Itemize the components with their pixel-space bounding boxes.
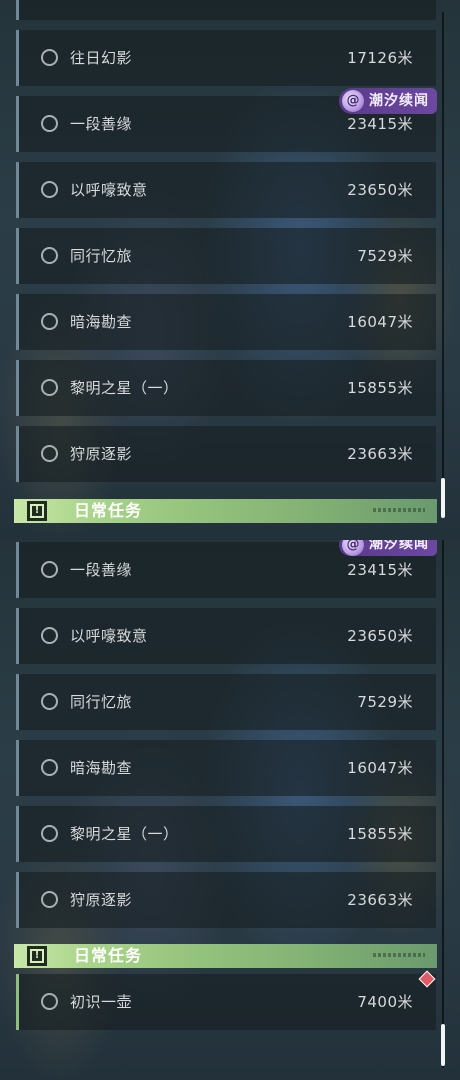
quest-list-panel-bottom: 一段善缘 23415米 以呼嚎致意 23650米 同行忆旅 7529米 暗海勘查… [0,540,460,1080]
quest-row[interactable]: 狩原逐影 23663米 [16,872,436,928]
quest-status-circle-icon [41,561,58,578]
quest-name: 狩原逐影 [70,891,133,909]
quest-status-circle-icon [41,993,58,1010]
quest-row[interactable]: 狩原逐影 23663米 [16,426,436,482]
quest-status-circle-icon [41,49,58,66]
quest-distance: 23663米 [347,445,413,463]
badge-label: 潮汐续闻 [369,540,429,552]
quest-name: 以呼嚎致意 [70,181,148,199]
quest-status-circle-icon [41,379,58,396]
daily-quest-row[interactable]: 初识一壶 7400米 [16,974,436,1030]
quest-name: 往日幻影 [70,49,133,67]
quest-distance: 15855米 [347,379,413,397]
quest-name: 狩原逐影 [70,445,133,463]
quest-name: 同行忆旅 [70,693,133,711]
quest-list-panel-top: 往日幻影 17126米 一段善缘 23415米 以呼嚎致意 23650米 同行忆… [0,0,460,540]
quest-status-circle-icon [41,825,58,842]
list-item-partial[interactable] [16,0,436,20]
quest-name: 初识一壶 [70,993,133,1011]
quest-status-circle-icon [41,759,58,776]
quest-name: 黎明之星（一） [70,825,179,843]
header-decoration [373,508,425,512]
quest-status-circle-icon [41,891,58,908]
quest-name: 一段善缘 [70,561,133,579]
quest-distance: 16047米 [347,313,413,331]
quest-distance: 23650米 [347,181,413,199]
quest-distance: 23650米 [347,627,413,645]
scrollbar-track[interactable] [442,12,444,518]
spiral-emblem-icon: @ [342,90,364,112]
quest-distance: 7529米 [357,247,413,265]
quest-status-circle-icon [41,181,58,198]
tidal-event-badge[interactable]: @ 潮汐续闻 [339,88,437,114]
quest-name: 黎明之星（一） [70,379,179,397]
tidal-event-badge[interactable]: @ 潮汐续闻 [339,540,437,556]
quest-name: 一段善缘 [70,115,133,133]
quest-status-circle-icon [41,627,58,644]
quest-row[interactable]: 黎明之星（一） 15855米 [16,806,436,862]
quest-distance: 16047米 [347,759,413,777]
quest-status-circle-icon [41,313,58,330]
quest-status-circle-icon [41,445,58,462]
quest-name: 暗海勘查 [70,313,133,331]
quest-distance: 17126米 [347,49,413,67]
scrollbar-track[interactable] [442,540,444,1068]
daily-quests-section-header[interactable]: ! 日常任务 [14,944,437,968]
alert-icon: ! [27,946,47,966]
spiral-emblem-icon: @ [342,540,364,556]
alert-icon: ! [27,501,47,521]
daily-quests-section-header[interactable]: ! 日常任务 [14,499,437,523]
quest-row[interactable]: 暗海勘查 16047米 [16,740,436,796]
quest-row[interactable]: 以呼嚎致意 23650米 [16,162,436,218]
section-title: 日常任务 [74,501,143,520]
header-decoration [373,953,425,957]
quest-distance: 23663米 [347,891,413,909]
quest-status-circle-icon [41,693,58,710]
quest-name: 暗海勘查 [70,759,133,777]
section-title: 日常任务 [74,946,143,965]
quest-row[interactable]: 暗海勘查 16047米 [16,294,436,350]
quest-row[interactable]: 以呼嚎致意 23650米 [16,608,436,664]
quest-row[interactable]: 同行忆旅 7529米 [16,674,436,730]
quest-row[interactable]: 同行忆旅 7529米 [16,228,436,284]
quest-distance: 7400米 [357,993,413,1011]
quest-status-circle-icon [41,115,58,132]
quest-name: 同行忆旅 [70,247,133,265]
quest-row[interactable]: 黎明之星（一） 15855米 [16,360,436,416]
scrollbar-thumb[interactable] [441,1024,445,1066]
quest-row[interactable]: 往日幻影 17126米 [16,30,436,86]
scrollbar-thumb[interactable] [441,478,445,518]
quest-distance: 15855米 [347,825,413,843]
quest-status-circle-icon [41,247,58,264]
quest-name: 以呼嚎致意 [70,627,148,645]
badge-label: 潮汐续闻 [369,93,429,109]
quest-distance: 7529米 [357,693,413,711]
